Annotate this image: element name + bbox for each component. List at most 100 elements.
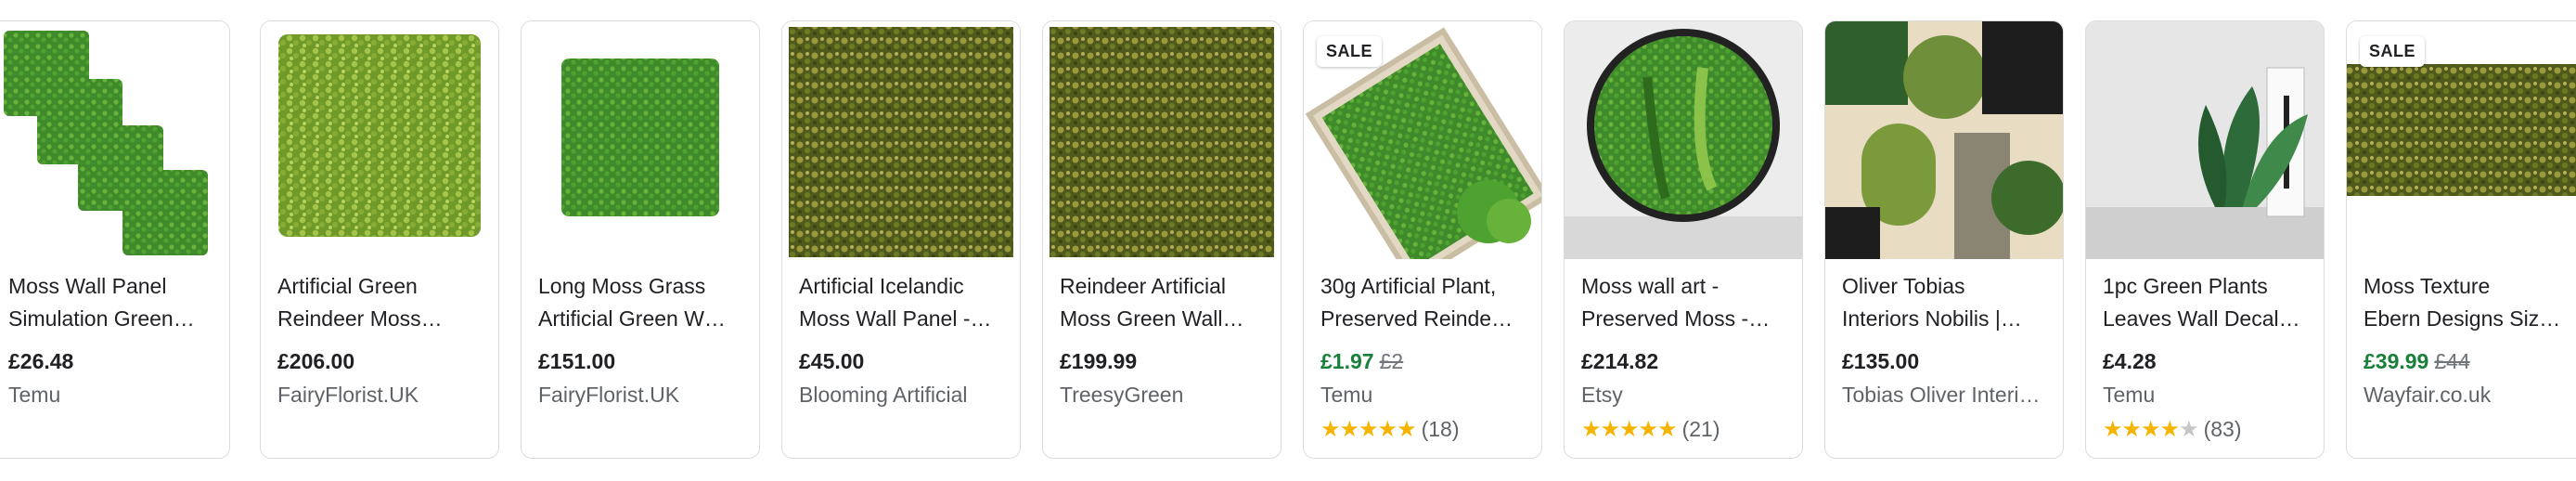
star-rating-icon: ★★★★★ xyxy=(2103,416,2199,442)
original-price: £2 xyxy=(1379,349,1404,373)
product-info: Oliver Tobias Interiors Nobilis |… £135.00… xyxy=(1825,259,2063,409)
product-card[interactable]: 1pc Green Plants Leaves Wall Decal… £4.28 T… xyxy=(2085,20,2325,459)
product-card[interactable]: Artificial Green Reindeer Moss… £206.00 Fai… xyxy=(260,20,499,459)
sale-badge: SALE xyxy=(1317,36,1383,67)
star-rating-icon: ★★★★★ xyxy=(1320,416,1417,442)
moss-box-image[interactable]: SALE xyxy=(1304,21,1541,259)
product-title-line: Moss Texture xyxy=(2363,274,2491,298)
price-row: £151.00 xyxy=(538,347,742,375)
product-title-line: Moss Wall Panel -… xyxy=(799,306,992,331)
price-row: £214.82 xyxy=(1581,347,1785,375)
product-info: 30g Artificial Plant, Preserved Reinde… £1… xyxy=(1304,259,1541,443)
product-info: Long Moss Grass Artificial Green W… £151.0… xyxy=(522,259,759,409)
product-title-line: Interiors Nobilis |… xyxy=(1842,306,2022,331)
product-title-line: Reindeer Moss… xyxy=(277,306,443,331)
product-info: Artificial Icelandic Moss Wall Panel -… £4… xyxy=(782,259,1020,409)
product-title-line: 1pc Green Plants xyxy=(2103,274,2268,298)
moss-tiles-image[interactable] xyxy=(0,21,229,259)
product-title[interactable]: Moss Texture Ebern Designs Siz… xyxy=(2363,270,2568,335)
round-moss-art-image[interactable] xyxy=(1565,21,1802,259)
product-price: £135.00 xyxy=(1842,349,1920,373)
product-title-line: Moss wall art - xyxy=(1581,274,1719,298)
product-info: 1pc Green Plants Leaves Wall Decal… £4.28 T… xyxy=(2086,259,2324,443)
product-title[interactable]: Moss wall art - Preserved Moss -… xyxy=(1581,270,1785,335)
product-info: Moss Texture Ebern Designs Siz… £39.99 £44 W… xyxy=(2347,259,2576,409)
price-row: £45.00 xyxy=(799,347,1003,375)
seller-name: Temu xyxy=(2103,383,2156,407)
product-title[interactable]: Reindeer Artificial Moss Green Wall… xyxy=(1060,270,1264,335)
product-title-line: Simulation Green… xyxy=(8,306,195,331)
plant-decal-room-image[interactable] xyxy=(2086,21,2324,259)
original-price: £44 xyxy=(2434,349,2470,373)
product-title-line: Artificial Icelandic xyxy=(799,274,964,298)
product-title-line: Oliver Tobias xyxy=(1842,274,1965,298)
product-price: £151.00 xyxy=(538,349,616,373)
price-row: £4.28 xyxy=(2103,347,2307,375)
rating-row: ★★★★★ (21) xyxy=(1581,415,1785,443)
price-row: £39.99 £44 xyxy=(2363,347,2568,375)
rating-row: ★★★★★ (83) xyxy=(2103,415,2307,443)
product-price: £4.28 xyxy=(2103,349,2157,373)
seller-name: FairyFlorist.UK xyxy=(538,383,680,407)
product-title[interactable]: Oliver Tobias Interiors Nobilis |… xyxy=(1842,270,2046,335)
product-card[interactable]: Long Moss Grass Artificial Green W… £151.0… xyxy=(521,20,760,459)
seller-name: FairyFlorist.UK xyxy=(277,383,419,407)
seller-name: Etsy xyxy=(1581,383,1623,407)
seller-name: TreesyGreen xyxy=(1060,383,1184,407)
product-info: Reindeer Artificial Moss Green Wall… £199.… xyxy=(1043,259,1281,409)
product-title-line: Leaves Wall Decal… xyxy=(2103,306,2300,331)
sale-badge: SALE xyxy=(2360,36,2426,67)
seller-name: Blooming Artificial xyxy=(799,383,968,407)
product-price: £206.00 xyxy=(277,349,355,373)
product-card[interactable]: Oliver Tobias Interiors Nobilis |… £135.00… xyxy=(1824,20,2064,459)
moss-square-small-image[interactable] xyxy=(522,21,759,259)
product-card[interactable]: SALE Moss Texture Ebern Designs Siz… £39.99… xyxy=(2346,20,2576,459)
review-count: (83) xyxy=(2203,417,2242,441)
price-row: £26.48 xyxy=(8,347,213,375)
product-price: £26.48 xyxy=(8,349,74,373)
product-card[interactable]: SALE 30g Artificial Plant, Preserved Reind… xyxy=(1303,20,1542,459)
seller-name: Wayfair.co.uk xyxy=(2363,383,2492,407)
seller-name: Temu xyxy=(8,383,61,407)
product-card[interactable]: Moss wall art - Preserved Moss -… £214.82 E… xyxy=(1564,20,1803,459)
product-title-line: Preserved Reinde… xyxy=(1320,306,1513,331)
product-title-line: Artificial Green xyxy=(277,274,418,298)
product-title[interactable]: Artificial Icelandic Moss Wall Panel -… xyxy=(799,270,1003,335)
product-price: £1.97 xyxy=(1320,349,1374,373)
product-title[interactable]: 1pc Green Plants Leaves Wall Decal… xyxy=(2103,270,2307,335)
product-title-line: Moss Green Wall… xyxy=(1060,306,1244,331)
product-price: £45.00 xyxy=(799,349,865,373)
product-title-line: Ebern Designs Siz… xyxy=(2363,306,2561,331)
moss-square-image[interactable] xyxy=(261,21,498,259)
product-info: Artificial Green Reindeer Moss… £206.00 Fai… xyxy=(261,259,498,409)
product-title[interactable]: Long Moss Grass Artificial Green W… xyxy=(538,270,742,335)
rating-row: ★★★★★ (18) xyxy=(1320,415,1525,443)
product-price: £39.99 xyxy=(2363,349,2429,373)
shopping-results-strip: Moss Wall Panel Simulation Green… £26.48 Te… xyxy=(0,0,2576,481)
seller-name: Tobias Oliver Interi… xyxy=(1842,383,2041,407)
price-row: £199.99 xyxy=(1060,347,1264,375)
product-info: Moss Wall Panel Simulation Green… £26.48 Te… xyxy=(0,259,229,409)
product-title-line: Moss Wall Panel xyxy=(8,274,167,298)
product-title-line: 30g Artificial Plant, xyxy=(1320,274,1497,298)
moss-texture-image[interactable]: SALE xyxy=(2347,21,2576,259)
geometric-wallpaper-image[interactable] xyxy=(1825,21,2063,259)
product-card[interactable]: Moss Wall Panel Simulation Green… £26.48 Te… xyxy=(0,20,230,459)
moss-panel-image[interactable] xyxy=(782,21,1020,259)
product-title-line: Reindeer Artificial xyxy=(1060,274,1226,298)
product-title-line: Artificial Green W… xyxy=(538,306,726,331)
star-rating-icon: ★★★★★ xyxy=(1581,416,1678,442)
price-row: £135.00 xyxy=(1842,347,2046,375)
price-row: £206.00 xyxy=(277,347,482,375)
product-card[interactable]: Reindeer Artificial Moss Green Wall… £199.… xyxy=(1042,20,1282,459)
product-card[interactable]: Artificial Icelandic Moss Wall Panel -… £4… xyxy=(781,20,1021,459)
product-price: £214.82 xyxy=(1581,349,1659,373)
review-count: (21) xyxy=(1681,417,1720,441)
review-count: (18) xyxy=(1421,417,1460,441)
product-title-line: Preserved Moss -… xyxy=(1581,306,1771,331)
product-title[interactable]: Moss Wall Panel Simulation Green… xyxy=(8,270,213,335)
seller-name: Temu xyxy=(1320,383,1373,407)
product-title[interactable]: Artificial Green Reindeer Moss… xyxy=(277,270,482,335)
moss-panel-image[interactable] xyxy=(1043,21,1281,259)
product-title[interactable]: 30g Artificial Plant, Preserved Reinde… xyxy=(1320,270,1525,335)
